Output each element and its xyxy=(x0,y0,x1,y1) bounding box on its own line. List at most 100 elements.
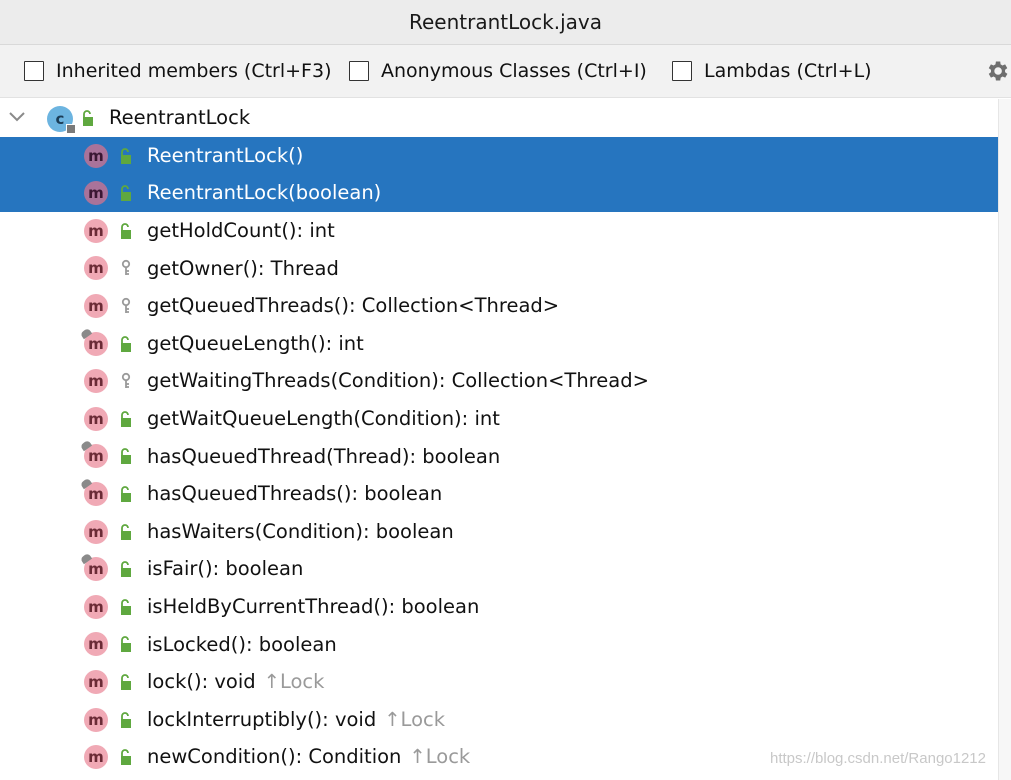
method-signature: isFair(): boolean xyxy=(147,557,303,580)
public-lock-icon xyxy=(121,147,131,164)
anonymous-classes-option[interactable]: Anonymous Classes (Ctrl+I) xyxy=(349,59,647,83)
public-lock-icon xyxy=(121,636,131,653)
gear-icon[interactable] xyxy=(984,58,1010,84)
method-icon: m xyxy=(79,552,108,582)
method-return-type: : boolean xyxy=(245,632,337,656)
method-return-type: : int xyxy=(461,407,500,431)
anonymous-classes-checkbox[interactable] xyxy=(349,61,369,81)
watermark-text: https://blog.csdn.net/Rango1212 xyxy=(770,750,986,767)
public-lock-icon xyxy=(121,185,131,202)
public-lock-icon xyxy=(121,749,131,766)
tree-method-row[interactable]: m getQueuedThreads(): Collection<Thread> xyxy=(0,287,998,325)
method-icon: m xyxy=(84,143,108,168)
super-interface-label: ↑Lock xyxy=(409,745,471,769)
tree-method-row[interactable]: m ReentrantLock() xyxy=(0,136,998,175)
method-name: isLocked() xyxy=(147,632,246,656)
tree-method-row[interactable]: m hasQueuedThreads(): boolean xyxy=(0,475,998,513)
method-name: isFair() xyxy=(147,557,213,581)
method-icon: m xyxy=(84,406,108,431)
lambdas-option[interactable]: Lambdas (Ctrl+L) xyxy=(672,59,872,83)
method-signature: getWaitingThreads(Condition): Collection… xyxy=(147,369,649,392)
method-signature: isLocked(): boolean xyxy=(147,633,337,656)
method-return-type: : boolean xyxy=(409,444,501,468)
public-lock-icon xyxy=(121,711,131,728)
class-icon: c xyxy=(47,106,76,134)
super-interface-label: ↑Lock xyxy=(384,707,446,731)
protected-key-icon xyxy=(121,373,131,389)
method-name: ReentrantLock(boolean) xyxy=(147,181,382,205)
method-icon: m xyxy=(79,477,108,506)
method-return-type: : void xyxy=(322,707,377,731)
method-icon: m xyxy=(84,594,108,619)
tree-method-row[interactable]: m ReentrantLock(boolean) xyxy=(0,174,998,212)
tree-method-row[interactable]: m getHoldCount(): int xyxy=(0,212,998,250)
tree-method-row[interactable]: m getOwner(): Thread xyxy=(0,249,998,287)
method-return-type: : int xyxy=(325,331,364,355)
tree-method-row[interactable]: m isHeldByCurrentThread(): boolean xyxy=(0,588,998,626)
tree-root-row[interactable]: c ReentrantLock xyxy=(0,99,998,137)
public-lock-icon xyxy=(83,110,93,126)
super-interface-label: ↑Lock xyxy=(263,670,325,694)
tree-method-row[interactable]: m hasQueuedThread(Thread): boolean xyxy=(0,437,998,475)
protected-key-icon xyxy=(121,260,131,276)
window-title: ReentrantLock.java xyxy=(409,10,602,34)
method-name: getQueueLength() xyxy=(147,331,326,355)
method-signature: hasQueuedThreads(): boolean xyxy=(147,482,442,505)
method-signature: lockInterruptibly(): void ↑Lock xyxy=(147,708,445,731)
window-title-bar: ReentrantLock.java xyxy=(0,0,1011,45)
method-signature: ReentrantLock() xyxy=(147,144,303,167)
method-signature: hasWaiters(Condition): boolean xyxy=(147,520,454,543)
method-signature: getQueuedThreads(): Collection<Thread> xyxy=(147,294,559,317)
lambdas-checkbox[interactable] xyxy=(672,61,692,81)
method-icon: m xyxy=(84,256,108,281)
override-marker-icon xyxy=(79,327,93,339)
method-icon: m xyxy=(84,519,108,544)
method-return-type: : Collection<Thread> xyxy=(438,369,649,393)
tree-root-label: ReentrantLock xyxy=(109,106,251,130)
tree-method-row[interactable]: m isLocked(): boolean xyxy=(0,625,998,663)
method-return-type: : boolean xyxy=(362,519,454,543)
tree-method-row[interactable]: m lockInterruptibly(): void ↑Lock xyxy=(0,701,998,739)
method-icon: m xyxy=(84,670,108,694)
tree-method-row[interactable]: m getQueueLength(): int xyxy=(0,325,998,363)
method-signature: hasQueuedThread(Thread): boolean xyxy=(147,445,500,468)
public-lock-icon xyxy=(121,598,131,615)
tree-method-row[interactable]: m lock(): void ↑Lock xyxy=(0,663,998,701)
override-marker-icon xyxy=(79,440,93,452)
method-icon: m xyxy=(84,632,108,657)
method-icon: m xyxy=(84,707,108,732)
method-return-type: : boolean xyxy=(388,595,480,619)
chevron-down-icon[interactable] xyxy=(8,110,26,124)
method-signature: newCondition(): Condition ↑Lock xyxy=(147,745,470,768)
method-signature: getQueueLength(): int xyxy=(147,332,364,355)
method-name: ReentrantLock() xyxy=(147,143,304,167)
method-name: hasQueuedThread(Thread) xyxy=(147,444,410,468)
method-icon: m xyxy=(79,440,108,469)
method-signature: getHoldCount(): int xyxy=(147,219,335,242)
vertical-scrollbar[interactable] xyxy=(998,99,1011,780)
tree-method-row[interactable]: m getWaitingThreads(Condition): Collectio… xyxy=(0,362,998,400)
tree-method-row[interactable]: m isFair(): boolean xyxy=(0,550,998,588)
public-lock-icon xyxy=(121,222,131,239)
tree-method-row[interactable]: m hasWaiters(Condition): boolean xyxy=(0,513,998,551)
method-name: getWaitQueueLength(Condition) xyxy=(147,407,462,431)
method-name: newCondition() xyxy=(147,745,296,769)
method-icon: m xyxy=(84,745,108,770)
method-signature: getOwner(): Thread xyxy=(147,257,339,280)
method-icon: m xyxy=(84,294,108,318)
method-name: getHoldCount() xyxy=(147,219,297,243)
method-return-type: : Thread xyxy=(257,256,339,280)
inherited-members-checkbox[interactable] xyxy=(24,61,44,81)
method-signature: getWaitQueueLength(Condition): int xyxy=(147,407,500,430)
tree-method-row[interactable]: m getWaitQueueLength(Condition): int xyxy=(0,400,998,438)
inherited-members-label: Inherited members (Ctrl+F3) xyxy=(56,60,332,82)
override-marker-icon xyxy=(79,552,93,565)
public-lock-icon xyxy=(121,410,131,427)
public-lock-icon xyxy=(121,674,131,690)
public-lock-icon xyxy=(121,486,131,502)
method-signature: lock(): void ↑Lock xyxy=(147,670,324,693)
inherited-members-option[interactable]: Inherited members (Ctrl+F3) xyxy=(24,59,331,83)
method-name: hasWaiters(Condition) xyxy=(147,519,363,543)
protected-key-icon xyxy=(121,297,131,313)
override-marker-icon xyxy=(79,477,93,490)
